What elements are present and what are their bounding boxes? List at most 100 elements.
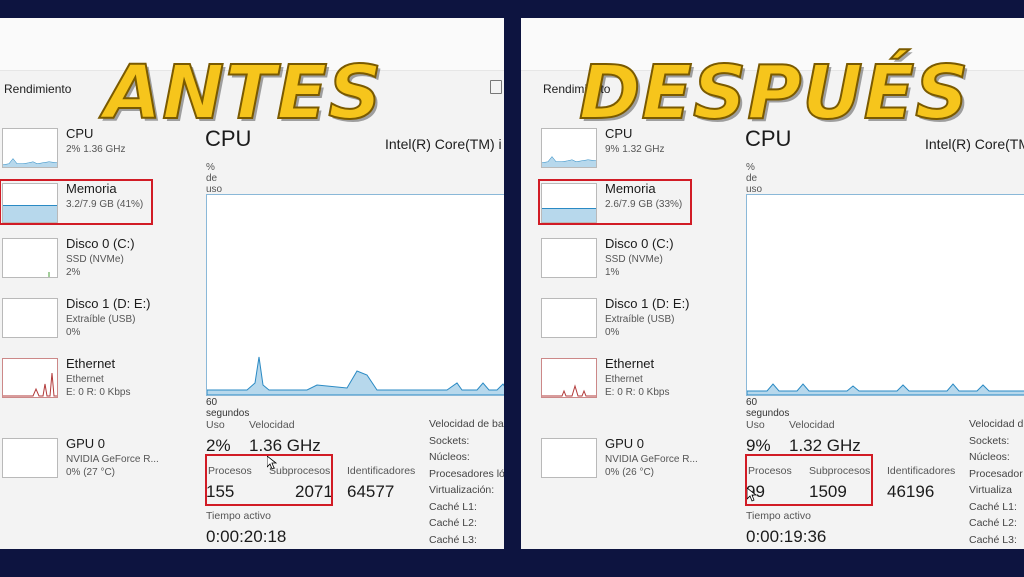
sidebar-item-label: Ethernet <box>66 356 116 371</box>
sidebar-item-detail: 0% <box>605 327 620 338</box>
sidebar-item-detail: 0% <box>66 327 81 338</box>
spec-label: Velocidad de ba <box>429 418 504 430</box>
sidebar-item-detail: NVIDIA GeForce R... <box>66 454 159 465</box>
cpu-model: Intel(R) Core(TM) i <box>385 136 502 152</box>
spec-label: Virtualiza <box>969 484 1012 496</box>
disk0-thumbnail <box>2 238 58 278</box>
spec-label: Sockets: <box>429 434 470 447</box>
task-manager-window-before: Rendimiento CPU 2% 1.36 GHz Memoria 3.2/… <box>0 18 504 549</box>
identificadores-label: Identificadores <box>887 465 956 477</box>
cpu-usage-graph <box>746 194 1024 396</box>
seconds-label: 60 segundos <box>746 397 790 419</box>
spec-label: Procesadores ló <box>429 467 504 480</box>
sidebar-item-disk0[interactable]: Disco 0 (C:) SSD (NVMe) 1% <box>539 236 719 288</box>
spec-label: Caché L1: <box>969 500 1017 513</box>
cpu-usage-graph <box>206 194 504 396</box>
sidebar-item-label: Disco 0 (C:) <box>605 236 674 251</box>
sidebar-item-disk1[interactable]: Disco 1 (D: E:) Extraíble (USB) 0% <box>0 296 180 348</box>
sidebar-item-label: GPU 0 <box>66 436 106 451</box>
sidebar-item-label: CPU <box>66 126 94 141</box>
sidebar-item-detail: 0% (26 °C) <box>605 467 655 478</box>
cpu-graph-area <box>747 383 1024 395</box>
sidebar-item-detail: Extraíble (USB) <box>605 314 675 325</box>
spec-label: Caché L2: <box>429 517 477 529</box>
tiempo-value: 0:00:20:18 <box>206 527 287 546</box>
tiempo-value: 0:00:19:36 <box>746 527 827 546</box>
disk0-thumbnail <box>541 238 597 278</box>
sidebar-item-detail: SSD (NVMe) <box>66 254 124 265</box>
uso-label: Uso <box>746 419 765 431</box>
seconds-label: 60 segundos <box>206 397 250 419</box>
spec-label: Núcleos: <box>969 451 1010 463</box>
sidebar-item-detail: Extraíble (USB) <box>66 314 136 325</box>
sidebar-item-detail: Ethernet <box>66 374 104 385</box>
sidebar-item-gpu[interactable]: GPU 0 NVIDIA GeForce R... 0% (27 °C) <box>0 436 180 488</box>
sidebar-item-disk0[interactable]: Disco 0 (C:) SSD (NVMe) 2% <box>0 236 180 288</box>
spec-label: Núcleos: <box>429 451 470 463</box>
cpu-model: Intel(R) Core(TM) i <box>925 136 1024 152</box>
sidebar-item-memory[interactable]: Memoria 3.2/7.9 GB (41%) <box>0 179 180 233</box>
spec-label: Caché L1: <box>429 500 477 513</box>
highlight-box <box>745 454 873 506</box>
velocidad-value: 1.36 GHz <box>249 436 321 455</box>
velocidad-value: 1.32 GHz <box>789 436 861 455</box>
identificadores-label: Identificadores <box>347 465 416 477</box>
sidebar-item-ethernet[interactable]: Ethernet Ethernet E: 0 R: 0 Kbps <box>539 356 719 408</box>
usage-axis-label: % de uso <box>206 162 223 195</box>
panel-divider <box>504 0 521 577</box>
identificadores-value: 46196 <box>887 482 935 501</box>
velocidad-label: Velocidad <box>789 419 835 431</box>
spec-label: Velocidad d <box>969 418 1024 430</box>
sidebar-item-detail: NVIDIA GeForce R... <box>605 454 698 465</box>
cpu-graph-area <box>207 356 504 395</box>
cpu-specs-list: Velocidad d Sockets: Núcleos: Procesador… <box>969 418 1023 549</box>
uso-label: Uso <box>206 419 225 431</box>
cpu-specs-list: Velocidad de ba Sockets: Núcleos: Proces… <box>429 418 504 549</box>
sidebar-item-detail: 2% 1.36 GHz <box>66 144 126 155</box>
ethernet-thumbnail <box>2 358 58 398</box>
sidebar-item-disk1[interactable]: Disco 1 (D: E:) Extraíble (USB) 0% <box>539 296 719 348</box>
sidebar-item-detail: E: 0 R: 0 Kbps <box>66 387 131 398</box>
overlay-title: ANTES <box>103 49 383 137</box>
identificadores-value: 64577 <box>347 482 395 501</box>
highlight-box <box>538 179 692 225</box>
tiempo-label: Tiempo activo <box>206 510 271 522</box>
spec-label: Caché L2: <box>969 517 1017 529</box>
usage-axis-label: % de uso <box>746 162 763 195</box>
uso-value: 9% <box>746 436 771 455</box>
spec-label: Caché L3: <box>429 533 477 546</box>
tiempo-label: Tiempo activo <box>746 510 811 522</box>
task-manager-window-after: Rendimiento CPU 9% 1.32 GHz Memoria 2.6/… <box>521 18 1024 549</box>
gpu-thumbnail <box>541 438 597 478</box>
sidebar-item-label: Disco 0 (C:) <box>66 236 135 251</box>
sidebar-item-detail: 9% 1.32 GHz <box>605 144 665 155</box>
overlay-title: DESPUÉS <box>578 49 970 137</box>
spec-label: Virtualización: <box>429 484 495 496</box>
mouse-pointer-icon <box>267 456 277 470</box>
sidebar-item-label: Ethernet <box>605 356 655 371</box>
sidebar-item-memory[interactable]: Memoria 2.6/7.9 GB (33%) <box>538 179 719 233</box>
mouse-pointer-icon <box>747 488 757 502</box>
sidebar-item-detail: SSD (NVMe) <box>605 254 663 265</box>
section-title: Rendimiento <box>4 82 72 96</box>
disk1-thumbnail <box>541 298 597 338</box>
velocidad-label: Velocidad <box>249 419 295 431</box>
sidebar-item-label: GPU 0 <box>605 436 645 451</box>
gpu-thumbnail <box>2 438 58 478</box>
sidebar-item-detail: E: 0 R: 0 Kbps <box>605 387 670 398</box>
sidebar-item-ethernet[interactable]: Ethernet Ethernet E: 0 R: 0 Kbps <box>0 356 180 408</box>
cpu-thumbnail <box>2 128 58 168</box>
sidebar-item-detail: Ethernet <box>605 374 643 385</box>
spec-label: Caché L3: <box>969 533 1017 546</box>
ethernet-thumbnail <box>541 358 597 398</box>
sidebar-item-detail: 0% (27 °C) <box>66 467 116 478</box>
sidebar-item-label: Disco 1 (D: E:) <box>605 296 690 311</box>
highlight-box <box>0 179 153 225</box>
uso-value: 2% <box>206 436 231 455</box>
sidebar-item-detail: 1% <box>605 267 620 278</box>
spec-label: Sockets: <box>969 434 1010 447</box>
sidebar-item-gpu[interactable]: GPU 0 NVIDIA GeForce R... 0% (26 °C) <box>539 436 719 488</box>
window-icon[interactable] <box>490 80 502 94</box>
sidebar-item-detail: 2% <box>66 267 81 278</box>
disk1-thumbnail <box>2 298 58 338</box>
